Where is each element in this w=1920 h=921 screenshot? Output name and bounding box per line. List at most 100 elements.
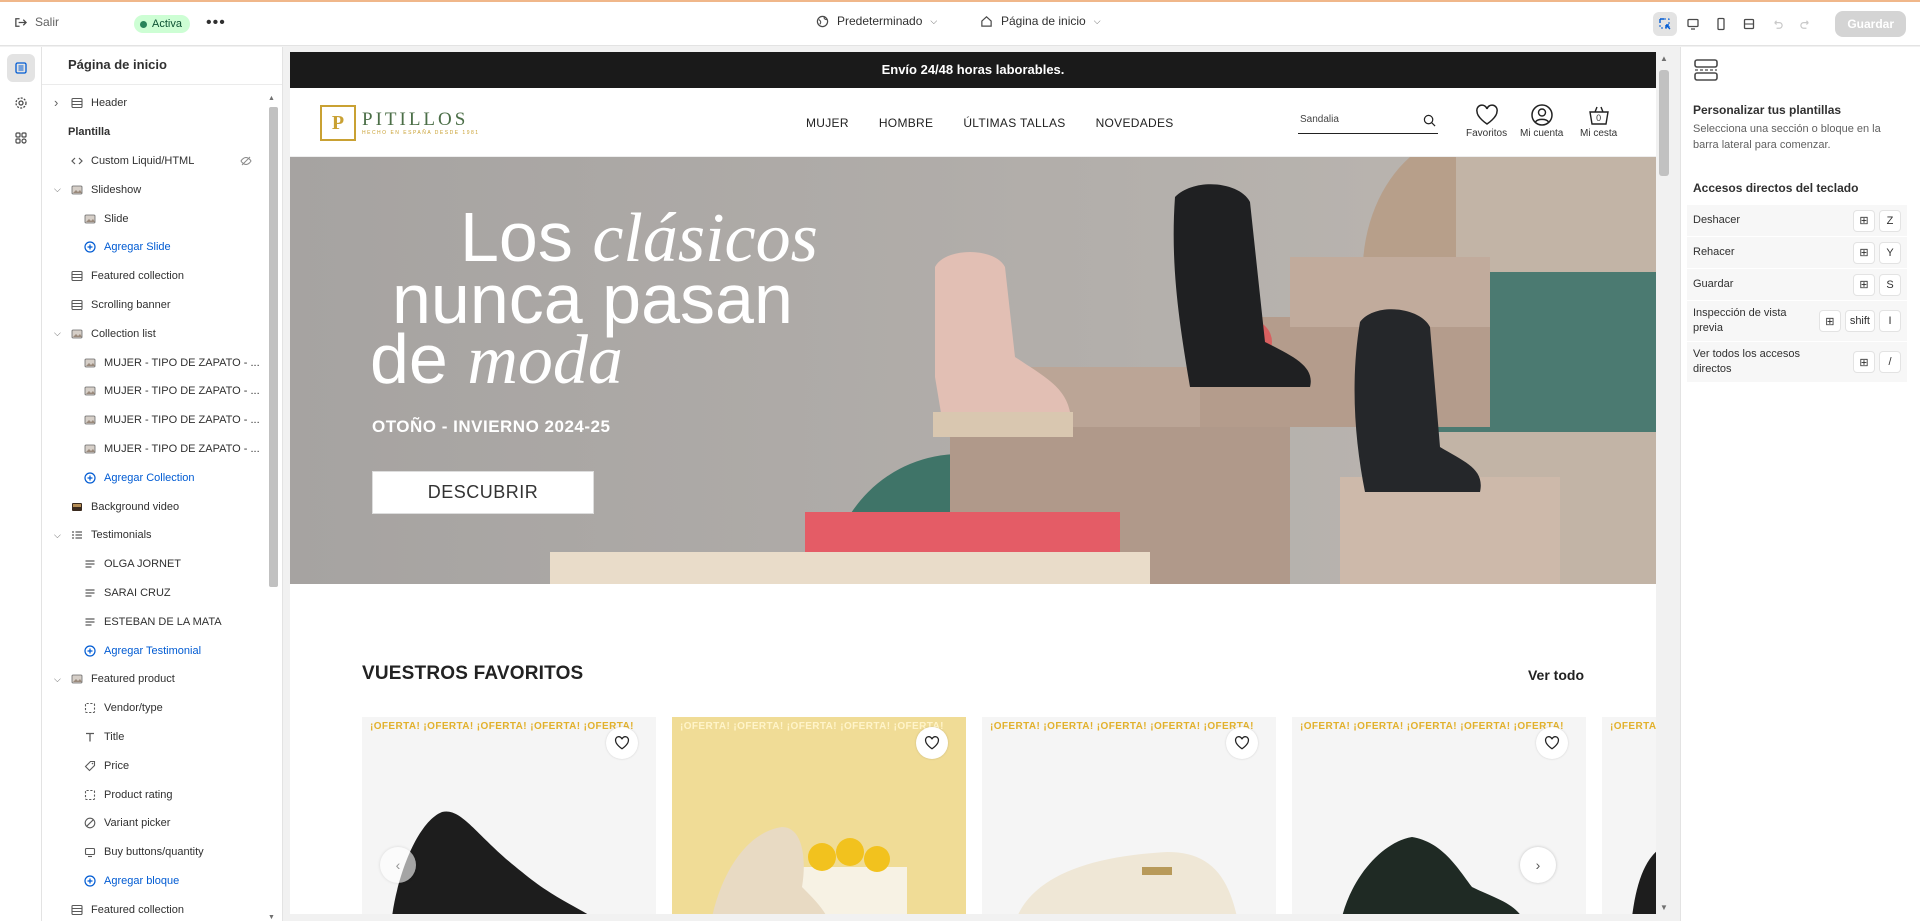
code-icon <box>70 154 84 168</box>
modifier-key-icon: ⊞ <box>1853 273 1875 296</box>
dashed-box-icon <box>83 701 97 715</box>
sidebar-item-label: Testimonials <box>91 529 152 542</box>
shortcut-keys: ⊞ S <box>1853 273 1901 296</box>
sidebar-item[interactable]: Buy buttons/quantity <box>42 838 266 867</box>
sidebar-item[interactable]: Title <box>42 723 266 752</box>
scroll-down-icon[interactable]: ▼ <box>1660 903 1668 912</box>
section-icon <box>70 298 84 312</box>
sidebar-item-label: Header <box>91 97 128 110</box>
variant-icon <box>83 816 97 830</box>
sidebar-item[interactable]: ⌵ Featured product <box>42 665 266 694</box>
favorites-link[interactable]: Favoritos <box>1466 104 1507 139</box>
sidebar-item-label: Title <box>104 730 125 743</box>
sidebar-group-label: Plantilla <box>42 118 266 147</box>
sidebar-item[interactable]: MUJER - TIPO DE ZAPATO - ... <box>42 406 266 435</box>
sidebar-item[interactable]: Slide <box>42 204 266 233</box>
add-block-button[interactable]: Agregar bloque <box>42 867 266 896</box>
more-actions-icon[interactable]: ••• <box>206 14 226 32</box>
cart-link[interactable]: 0 Mi cesta <box>1580 104 1617 139</box>
scroll-down-icon[interactable]: ▼ <box>268 914 275 921</box>
sidebar-item[interactable]: Product rating <box>42 780 266 809</box>
sidebar-item-label: Agregar Slide <box>104 241 171 254</box>
chevron-down-icon[interactable]: ⌵ <box>54 530 64 541</box>
account-link[interactable]: Mi cuenta <box>1520 104 1563 139</box>
store-logo[interactable]: P PITILLOS HECHO EN ESPAÑA DESDE 1981 <box>320 105 480 141</box>
see-all-link[interactable]: Ver todo <box>1528 667 1584 683</box>
sidebar-item[interactable]: MUJER - TIPO DE ZAPATO - ... <box>42 377 266 406</box>
sidebar-item-label: Product rating <box>104 788 173 801</box>
mobile-view-icon[interactable] <box>1709 12 1733 36</box>
sidebar-item-label: Featured collection <box>91 270 184 283</box>
sidebar-item[interactable]: SARAI CRUZ <box>42 579 266 608</box>
sidebar-item-label: Featured product <box>91 673 175 686</box>
eye-off-icon[interactable] <box>240 155 252 170</box>
sidebar-item[interactable]: Featured collection <box>42 895 266 921</box>
preview-scroll-thumb[interactable] <box>1659 70 1669 176</box>
carousel-next-icon[interactable]: › <box>1520 847 1556 883</box>
redo-icon[interactable] <box>1793 12 1817 36</box>
scroll-up-icon[interactable]: ▲ <box>1660 54 1668 63</box>
page-selector[interactable]: Página de inicio ⌵ <box>980 14 1101 28</box>
sidebar-item-label: MUJER - TIPO DE ZAPATO - ... <box>104 385 260 398</box>
favorites-label: Favoritos <box>1466 128 1508 139</box>
product-card[interactable]: ¡OFERTA! ¡OFERTA! ¡OFERTA! ¡OFERTA! ¡OFE… <box>1292 717 1586 914</box>
product-card[interactable]: ¡OFERTA! ¡OFERTA! ¡OFERTA! ¡OFERTA! ¡OFE… <box>362 717 656 914</box>
sidebar-scroll-thumb[interactable] <box>269 107 278 587</box>
product-card[interactable]: ¡OFERTA! ¡OFERTA! ¡OFERTA! ¡OFERTA! ¡OFE… <box>982 717 1276 914</box>
cart-count: 0 <box>1596 113 1602 123</box>
sidebar-item[interactable]: ESTEBAN DE LA MATA <box>42 607 266 636</box>
sidebar-item[interactable]: ⌵ Collection list <box>42 319 266 348</box>
sidebar-item[interactable]: ⌵ Slideshow <box>42 175 266 204</box>
chevron-down-icon[interactable]: ⌵ <box>54 184 64 195</box>
apps-icon[interactable] <box>7 124 35 152</box>
fullscreen-icon[interactable] <box>1737 12 1761 36</box>
add-block-button[interactable]: Agregar Testimonial <box>42 636 266 665</box>
sidebar-item[interactable]: Price <box>42 751 266 780</box>
status-dot-icon <box>140 20 147 28</box>
store-search-input[interactable]: Sandalia <box>1298 114 1438 134</box>
sidebar-item[interactable]: Background video <box>42 492 266 521</box>
sidebar-item[interactable]: ⌵ Testimonials <box>42 521 266 550</box>
theme-selector[interactable]: Predeterminado ⌵ <box>816 14 937 28</box>
sidebar-item[interactable]: MUJER - TIPO DE ZAPATO - ... <box>42 348 266 377</box>
nav-link[interactable]: ÚLTIMAS TALLAS <box>963 116 1065 130</box>
section-icon <box>70 96 84 110</box>
preview-scrollbar[interactable]: ▲ ▼ <box>1656 52 1672 914</box>
exit-button[interactable]: Salir <box>14 15 59 29</box>
theme-settings-gear-icon[interactable] <box>7 89 35 117</box>
save-button[interactable]: Guardar <box>1835 11 1906 37</box>
sidebar-scrollbar[interactable]: ▲ ▼ <box>267 95 279 921</box>
carousel-prev-icon[interactable]: ‹ <box>380 847 416 883</box>
nav-link[interactable]: HOMBRE <box>879 116 933 130</box>
product-card[interactable]: ¡OFERTA! ¡OFERTA! ¡OFERTA! ¡OFERTA! ¡OFE… <box>672 717 966 914</box>
nav-link[interactable]: NOVEDADES <box>1096 116 1174 130</box>
sidebar-item[interactable]: OLGA JORNET <box>42 550 266 579</box>
chevron-down-icon[interactable]: ⌵ <box>54 328 64 339</box>
undo-icon[interactable] <box>1765 12 1789 36</box>
sidebar-item[interactable]: Variant picker <box>42 809 266 838</box>
storefront-preview[interactable]: Envío 24/48 horas laborables. P PITILLOS… <box>290 52 1656 914</box>
sidebar-item[interactable]: Scrolling banner <box>42 291 266 320</box>
slideshow-hero[interactable]: Los clásicos nunca pasan de moda OTOÑO -… <box>290 157 1656 584</box>
product-card[interactable]: ¡OFERTA! ¡OFERTA! ¡OFERTA! ¡OFERTA! ¡OFE… <box>1602 717 1656 914</box>
desktop-view-icon[interactable] <box>1681 12 1705 36</box>
scroll-up-icon[interactable]: ▲ <box>268 95 275 102</box>
sidebar-item[interactable]: Custom Liquid/HTML <box>42 147 266 176</box>
search-icon <box>1423 114 1436 127</box>
sidebar-item[interactable]: Featured collection <box>42 262 266 291</box>
add-block-button[interactable]: Agregar Slide <box>42 233 266 262</box>
chevron-right-icon[interactable]: › <box>54 95 64 110</box>
chevron-down-icon[interactable]: ⌵ <box>54 674 64 685</box>
logo-tagline: HECHO EN ESPAÑA DESDE 1981 <box>362 130 480 136</box>
sidebar-item[interactable]: MUJER - TIPO DE ZAPATO - ... <box>42 435 266 464</box>
sidebar-item[interactable]: Vendor/type <box>42 694 266 723</box>
home-icon <box>981 15 992 27</box>
nav-link[interactable]: MUJER <box>806 116 849 130</box>
inspector-toggle-icon[interactable] <box>1653 12 1678 36</box>
hero-line3-plain: de <box>370 320 468 398</box>
image-icon <box>70 327 84 341</box>
add-block-button[interactable]: Agregar Collection <box>42 463 266 492</box>
sidebar-item[interactable]: › Header <box>42 89 266 118</box>
hero-cta-button[interactable]: DESCUBRIR <box>372 471 594 514</box>
sections-icon[interactable] <box>6 54 35 82</box>
